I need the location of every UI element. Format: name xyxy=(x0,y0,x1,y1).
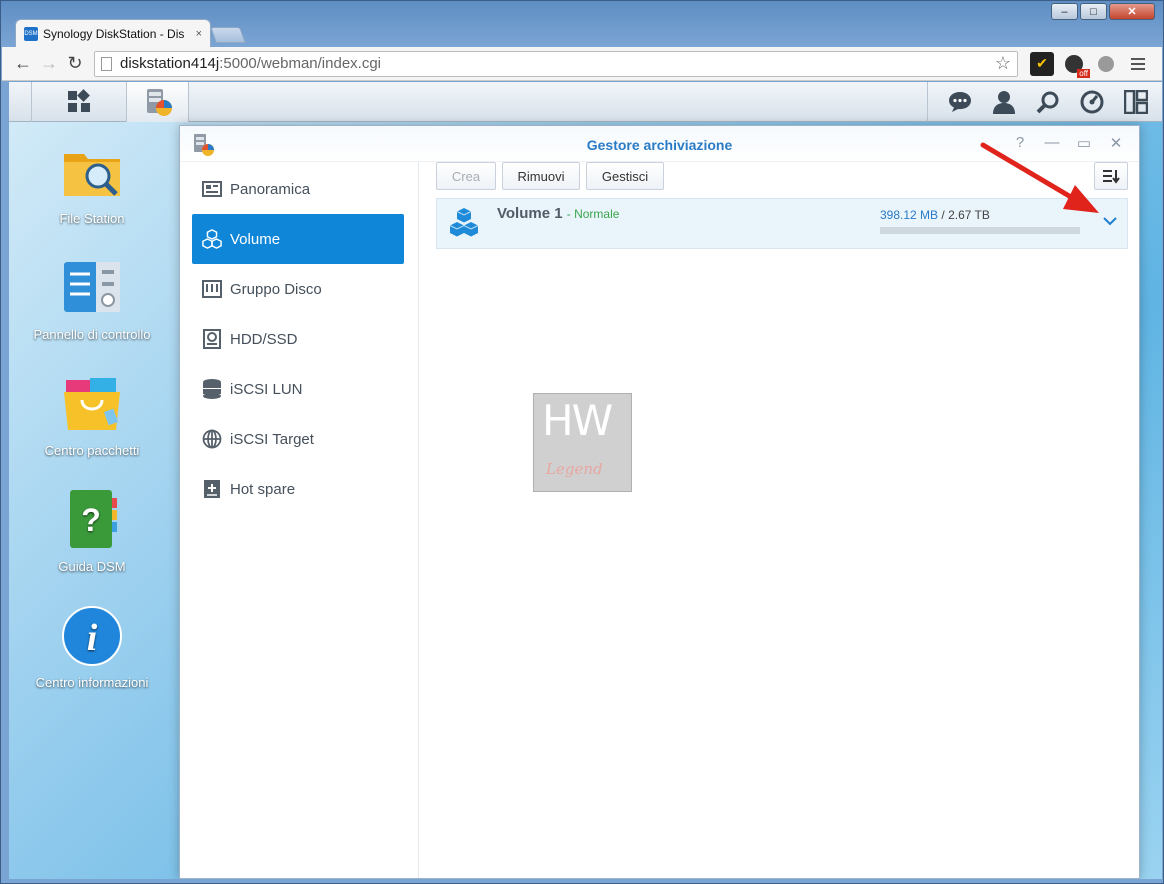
sidebar: Panoramica Volume Gruppo Disco HDD/SSD i… xyxy=(180,162,419,878)
taskbar-right xyxy=(927,82,1152,122)
url-host: diskstation414j xyxy=(120,55,220,72)
sidebar-item-iscsi-lun[interactable]: iSCSI LUN xyxy=(192,364,404,414)
hot-spare-icon xyxy=(202,479,222,499)
sidebar-item-label: Gruppo Disco xyxy=(230,280,322,298)
overview-icon xyxy=(202,179,222,199)
tab-title: Synology DiskStation - Dis xyxy=(43,26,185,41)
storage-manager-icon xyxy=(146,89,172,116)
reload-icon[interactable]: ↻ xyxy=(62,51,88,77)
sidebar-item-label: Volume xyxy=(230,230,281,248)
taskbar-storage-manager[interactable] xyxy=(127,82,189,122)
info-center-icon: i xyxy=(62,606,122,666)
volume-usage-bar xyxy=(880,227,1080,234)
shortcut-control-panel[interactable]: Pannello di controllo xyxy=(17,256,167,342)
sidebar-item-volume[interactable]: Volume xyxy=(192,214,404,264)
storage-manager-window: Gestore archiviazione ? — ▭ ✕ Panoramica xyxy=(179,125,1140,879)
sidebar-item-hdd-ssd[interactable]: HDD/SSD xyxy=(192,314,404,364)
maximize-button[interactable]: □ xyxy=(1080,3,1107,20)
browser-window: ‒ □ ✕ DSM Synology DiskStation - Dis × ←… xyxy=(0,0,1164,884)
page-icon xyxy=(101,56,112,71)
shortcut-label: File Station xyxy=(59,211,125,226)
norton-extension-icon[interactable]: ✔ xyxy=(1030,51,1054,76)
browser-toolbar: ← → ↻ diskstation414j:5000/webman/index.… xyxy=(2,47,1162,81)
hwlegend-watermark: HW Legend xyxy=(533,393,632,492)
sidebar-item-label: HDD/SSD xyxy=(230,330,298,348)
package-center-icon xyxy=(64,378,120,430)
shortcut-dsm-help[interactable]: ? Guida DSM xyxy=(17,488,167,574)
extension-icon[interactable] xyxy=(1094,52,1118,76)
shortcut-package-center[interactable]: Centro pacchetti xyxy=(17,372,167,458)
annotation-arrow-icon xyxy=(980,142,1099,213)
new-tab-button[interactable] xyxy=(210,27,246,43)
widgets-icon[interactable] xyxy=(1076,86,1108,118)
main-panel: Crea Rimuovi Gestisci Volume 1 - Normale… xyxy=(420,162,1139,878)
volume-used: 398.12 MB xyxy=(880,208,939,222)
sidebar-item-label: Hot spare xyxy=(230,480,296,498)
minimize-button[interactable]: ‒ xyxy=(1051,3,1078,20)
notifications-icon[interactable] xyxy=(944,86,976,118)
volume-status: - Normale xyxy=(566,207,620,221)
tab-close-icon[interactable]: × xyxy=(196,28,202,40)
volume-usage: 398.12 MB / 2.67 TB xyxy=(880,208,990,222)
address-bar[interactable]: diskstation414j:5000/webman/index.cgi ☆ xyxy=(94,50,1018,77)
sidebar-item-hot-spare[interactable]: Hot spare xyxy=(192,464,404,514)
dsm-help-icon: ? xyxy=(70,490,117,548)
user-icon[interactable] xyxy=(988,86,1020,118)
forward-icon[interactable]: → xyxy=(36,51,62,77)
create-button[interactable]: Crea xyxy=(436,162,496,190)
iscsi-target-icon xyxy=(202,429,222,449)
window-controls: ‒ □ ✕ xyxy=(1051,3,1155,20)
search-icon[interactable] xyxy=(1032,86,1064,118)
sidebar-item-iscsi-target[interactable]: iSCSI Target xyxy=(192,414,404,464)
main-menu-icon xyxy=(68,89,90,112)
file-station-icon xyxy=(64,154,120,196)
shortcut-info-center[interactable]: i Centro informazioni xyxy=(17,604,167,690)
pilot-view-icon[interactable] xyxy=(1120,86,1152,118)
download-extension-icon[interactable]: off xyxy=(1062,52,1090,78)
watermark-bottom: Legend xyxy=(546,460,603,478)
shortcut-label: Pannello di controllo xyxy=(33,327,151,342)
dsm-favicon-icon: DSM xyxy=(24,26,38,41)
shortcut-file-station[interactable]: File Station xyxy=(17,140,167,226)
volume-name: Volume 1 - Normale xyxy=(497,205,619,222)
download-off-badge: off xyxy=(1077,68,1090,78)
browser-tab[interactable]: DSM Synology DiskStation - Dis × xyxy=(15,19,211,47)
iscsi-lun-icon xyxy=(202,379,222,399)
manage-button[interactable]: Gestisci xyxy=(586,162,664,190)
volume-name-text: Volume 1 xyxy=(497,205,563,222)
volume-usage-separator: / xyxy=(938,208,949,222)
bookmark-star-icon[interactable]: ☆ xyxy=(995,53,1011,74)
back-icon[interactable]: ← xyxy=(10,51,36,77)
control-panel-icon xyxy=(64,262,120,312)
hdd-icon xyxy=(202,329,222,349)
sidebar-item-overview[interactable]: Panoramica xyxy=(192,164,404,214)
svg-text:?: ? xyxy=(81,502,101,538)
url-path: :5000/webman/index.cgi xyxy=(219,55,382,72)
dsm-taskbar xyxy=(9,82,1162,122)
sidebar-item-label: Panoramica xyxy=(230,180,311,198)
watermark-top: HW xyxy=(542,396,613,445)
remove-button[interactable]: Rimuovi xyxy=(502,162,580,190)
svg-text:i: i xyxy=(87,617,98,659)
sidebar-item-label: iSCSI Target xyxy=(230,430,314,448)
shortcut-label: Centro informazioni xyxy=(35,675,149,690)
close-button[interactable]: ✕ xyxy=(1109,3,1155,20)
sidebar-item-disk-group[interactable]: Gruppo Disco xyxy=(192,264,404,314)
main-menu-button[interactable] xyxy=(31,82,127,122)
disk-group-icon xyxy=(202,279,222,299)
volume-icon xyxy=(202,229,222,249)
shortcut-label: Guida DSM xyxy=(58,559,126,574)
sidebar-item-label: iSCSI LUN xyxy=(230,380,303,398)
shortcut-label: Centro pacchetti xyxy=(44,443,140,458)
volume-icon xyxy=(449,208,479,237)
chrome-menu-icon[interactable] xyxy=(1126,52,1150,76)
